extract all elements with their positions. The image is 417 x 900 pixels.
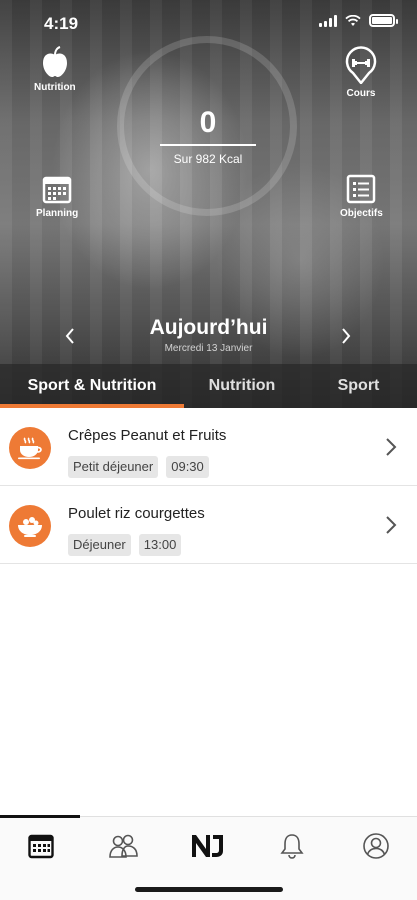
apple-icon <box>42 46 67 77</box>
goals-shortcut-label: Objectifs <box>340 208 383 219</box>
active-tab-indicator <box>0 815 80 818</box>
status-time: 4:19 <box>44 14 79 33</box>
bottom-tab-bar <box>0 815 417 900</box>
meal-list: Crêpes Peanut et Fruits Petit déjeuner 0… <box>0 408 417 564</box>
calorie-value: 0 <box>199 106 217 139</box>
status-bar: 4:19 <box>0 0 417 48</box>
meal-title: Crêpes Peanut et Fruits <box>68 427 227 444</box>
courses-shortcut[interactable]: Cours <box>343 46 379 99</box>
list-item[interactable]: Poulet riz courgettes Déjeuner 13:00 <box>0 486 417 564</box>
tabbar-profile[interactable] <box>358 831 394 861</box>
community-icon <box>109 834 138 858</box>
chevron-right-icon <box>386 516 397 534</box>
coffee-cup-icon <box>9 427 51 469</box>
checklist-icon <box>347 174 376 204</box>
status-icons <box>319 14 398 27</box>
courses-shortcut-label: Cours <box>346 88 376 99</box>
tab-nutrition[interactable]: Nutrition <box>184 364 300 408</box>
meal-type-badge: Déjeuner <box>68 534 131 556</box>
meal-title: Poulet riz courgettes <box>68 505 205 522</box>
signal-icon <box>319 14 337 27</box>
chevron-right-icon <box>386 438 397 456</box>
nutrition-shortcut[interactable]: Nutrition <box>34 46 76 93</box>
tab-sport[interactable]: Sport <box>300 364 417 408</box>
wifi-icon <box>345 14 361 26</box>
list-item[interactable]: Crêpes Peanut et Fruits Petit déjeuner 0… <box>0 408 417 486</box>
calorie-goal: Sur 982 Kcal <box>173 152 243 166</box>
date-navigator: Aujourd’hui Mercredi 13 Janvier <box>0 312 417 362</box>
planning-shortcut-label: Planning <box>36 208 79 219</box>
meal-tags: Déjeuner 13:00 <box>68 534 182 556</box>
goals-shortcut[interactable]: Objectifs <box>340 174 383 219</box>
tabbar-calendar[interactable] <box>23 831 59 861</box>
calendar-icon <box>42 176 72 204</box>
tabbar-notifications[interactable] <box>274 831 310 861</box>
tabbar-home[interactable] <box>190 831 226 861</box>
calorie-divider <box>160 144 256 146</box>
meal-time-badge: 13:00 <box>138 534 182 556</box>
bell-icon <box>280 834 304 859</box>
nutrition-shortcut-label: Nutrition <box>34 82 76 93</box>
calendar-icon <box>28 834 54 859</box>
dumbbell-pin-icon <box>345 46 377 84</box>
meal-time-badge: 09:30 <box>166 456 209 478</box>
battery-icon <box>369 14 398 27</box>
next-day-button[interactable] <box>334 322 358 350</box>
hero-banner: 4:19 Nutrition Cours Planning Objectifs … <box>0 0 417 408</box>
calorie-counter: 0 Sur 982 Kcal <box>158 106 258 166</box>
meal-type-badge: Petit déjeuner <box>68 456 159 478</box>
planning-shortcut[interactable]: Planning <box>36 174 78 219</box>
tabbar-community[interactable] <box>106 831 142 861</box>
profile-icon <box>363 833 389 859</box>
chevron-right-icon <box>342 328 351 344</box>
salad-bowl-icon <box>9 505 51 547</box>
nj-logo <box>192 835 223 857</box>
meal-tags: Petit déjeuner 09:30 <box>68 456 209 478</box>
segment-tabs: Sport & Nutrition Nutrition Sport <box>0 364 417 408</box>
home-indicator <box>135 887 283 892</box>
tab-sport-nutrition[interactable]: Sport & Nutrition <box>0 364 184 408</box>
